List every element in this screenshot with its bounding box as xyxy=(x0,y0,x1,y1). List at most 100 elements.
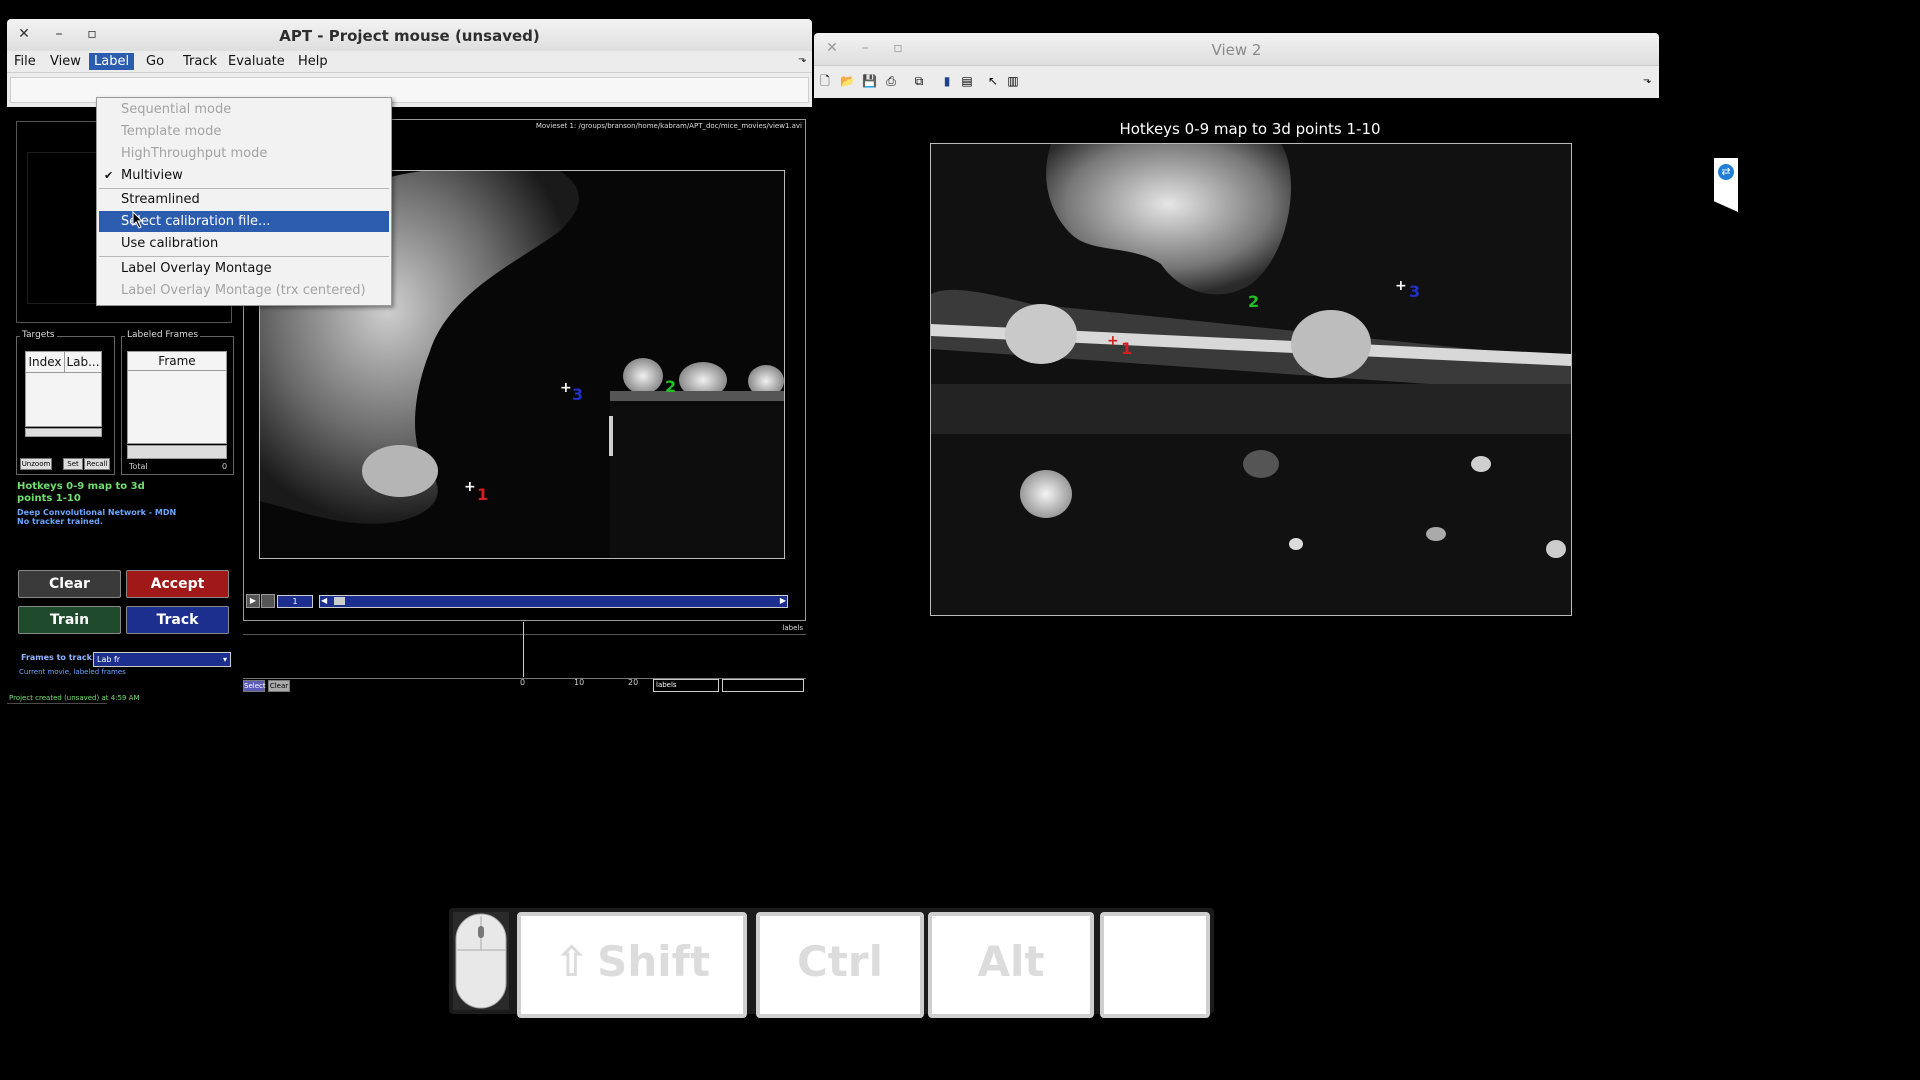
timeline-value-field[interactable] xyxy=(722,679,804,692)
menu-item-multiview-label: Multiview xyxy=(121,168,183,183)
frames-to-track-value: Lab fr xyxy=(97,655,121,664)
status-bar: Project created (unsaved) at 4:59 AM xyxy=(9,694,140,702)
view2-image-axes[interactable]: + 1 2 + 3 xyxy=(930,143,1572,616)
menu-go[interactable]: Go xyxy=(141,53,169,70)
targets-label: Targets xyxy=(20,330,57,340)
track-button[interactable]: Track xyxy=(126,606,229,634)
stop-icon[interactable] xyxy=(261,594,275,608)
accept-button[interactable]: Accept xyxy=(126,570,229,598)
set-button[interactable]: Set xyxy=(63,458,83,470)
menu-label[interactable]: Label xyxy=(89,53,135,70)
menu-separator xyxy=(99,256,389,257)
label-menu-dropdown: Sequential mode Template mode HighThroug… xyxy=(96,97,392,306)
remote-control-icon: ⇄ xyxy=(1718,164,1734,180)
v2-landmark-1-label: 1 xyxy=(1121,339,1133,358)
timeline-cursor xyxy=(523,622,524,677)
slider-left-arrow-icon[interactable]: ◀ xyxy=(321,596,327,605)
play-icon[interactable]: ▶ xyxy=(246,594,260,608)
frame-number-field[interactable]: 1 xyxy=(277,595,313,608)
movie-path: Movieset 1: /groups/branson/home/kabram/… xyxy=(535,122,802,130)
view2-toolbar: 🗋 📂 💾 ⎙ ⧉ ▮ ▤ ↖ ▥ ⬎ xyxy=(814,66,1659,98)
pointer-icon[interactable]: ↖ xyxy=(986,74,1000,88)
save-icon[interactable]: 💾 xyxy=(862,74,877,88)
labeled-frames-panel: Labeled Frames Frame Total 0 xyxy=(121,330,234,475)
mouse-cursor-icon xyxy=(132,211,144,229)
menu-item-template-mode[interactable]: Template mode xyxy=(99,121,389,142)
landmark-1-label: 1 xyxy=(477,485,489,504)
timeline-property-dropdown[interactable]: labels xyxy=(653,679,719,692)
timeline-tick-10: 10 xyxy=(574,678,585,687)
hotkeys-line1: Hotkeys 0-9 map to 3d xyxy=(17,481,145,492)
menu-item-multiview[interactable]: ✔ Multiview xyxy=(99,165,389,186)
side-panel-tab[interactable]: ⇄ xyxy=(1714,158,1738,212)
menu-item-highthroughput-mode[interactable]: HighThroughput mode xyxy=(99,143,389,164)
labeled-frames-list[interactable] xyxy=(127,370,227,444)
view2-axes-title: Hotkeys 0-9 map to 3d points 1-10 xyxy=(1119,120,1381,138)
property-inspector-icon[interactable]: ▥ xyxy=(1006,74,1020,88)
slider-thumb[interactable] xyxy=(334,597,345,605)
total-label: Total xyxy=(129,462,148,471)
total-value: 0 xyxy=(222,462,228,471)
title-bar: ✕ – ▫ APT - Project mouse (unsaved) xyxy=(7,19,812,52)
hotkeys-line2: points 1-10 xyxy=(17,493,81,504)
apt-main-window: ✕ – ▫ APT - Project mouse (unsaved) File… xyxy=(7,19,812,719)
view2-window: ✕ – ▫ View 2 🗋 📂 💾 ⎙ ⧉ ▮ ▤ ↖ ▥ ⬎ xyxy=(814,33,1659,99)
v2-landmark-3-marker[interactable]: + xyxy=(1395,279,1407,293)
menu-item-use-calibration[interactable]: Use calibration xyxy=(99,233,389,254)
tracker-status: No tracker trained. xyxy=(17,517,103,526)
landmark-1-marker[interactable]: + xyxy=(464,480,476,494)
expand-icon[interactable]: ⬎ xyxy=(1640,74,1654,88)
expand-icon[interactable]: ⬎ xyxy=(793,53,811,66)
window-title: APT - Project mouse (unsaved) xyxy=(279,27,540,45)
timeline-panel: labels xyxy=(243,622,806,682)
unzoom-button[interactable]: Unzoom xyxy=(20,458,52,470)
link-plot-icon[interactable]: ⧉ xyxy=(912,74,926,88)
shift-key: ⇧ Shift xyxy=(517,912,747,1018)
mouse-icon xyxy=(455,913,507,1009)
labeled-frames-scrollbar[interactable] xyxy=(127,445,227,459)
frame-slider[interactable]: ◀ ▶ xyxy=(319,595,788,608)
targets-col-index[interactable]: Index xyxy=(25,351,65,373)
legend-icon[interactable]: ▤ xyxy=(960,74,974,88)
view2-title-bar: ✕ – ▫ View 2 xyxy=(814,33,1659,66)
clear-button[interactable]: Clear xyxy=(18,570,121,598)
targets-scrollbar[interactable] xyxy=(25,428,102,437)
frames-to-track-label: Frames to track: xyxy=(21,653,96,662)
colorbar-icon[interactable]: ▮ xyxy=(940,74,954,88)
timeline-select-button[interactable]: Select xyxy=(243,680,266,692)
v2-landmark-2-label: 2 xyxy=(1248,292,1260,311)
frames-to-track-desc: Current movie, labeled frames xyxy=(19,668,126,676)
v2-landmark-1-marker[interactable]: + xyxy=(1107,334,1119,348)
recall-button[interactable]: Recall xyxy=(84,458,110,470)
frame-column-header[interactable]: Frame xyxy=(127,351,227,371)
targets-list[interactable] xyxy=(25,372,102,427)
landmark-3-marker[interactable]: + xyxy=(560,381,572,395)
menu-file[interactable]: File xyxy=(9,53,41,70)
targets-col-lab[interactable]: Lab... xyxy=(64,351,102,373)
menu-item-sequential-mode[interactable]: Sequential mode xyxy=(99,99,389,120)
new-file-icon[interactable]: 🗋 xyxy=(818,74,832,88)
menu-help[interactable]: Help xyxy=(293,53,333,70)
menu-evaluate[interactable]: Evaluate xyxy=(223,53,290,70)
menu-item-streamlined[interactable]: Streamlined xyxy=(99,189,389,210)
timeline-clear-button[interactable]: Clear xyxy=(268,680,290,692)
landmark-2-label: 2 xyxy=(665,377,677,396)
landmark-3-label: 3 xyxy=(572,385,584,404)
menu-item-label-overlay-montage-trx[interactable]: Label Overlay Montage (trx centered) xyxy=(99,280,389,301)
slider-right-arrow-icon[interactable]: ▶ xyxy=(780,596,786,605)
print-icon[interactable]: ⎙ xyxy=(884,74,898,88)
timeline-label: labels xyxy=(782,624,803,632)
shift-arrow-icon: ⇧ xyxy=(553,937,590,986)
menu-view[interactable]: View xyxy=(45,53,86,70)
menu-item-label-overlay-montage[interactable]: Label Overlay Montage xyxy=(99,258,389,279)
train-button[interactable]: Train xyxy=(18,606,121,634)
open-folder-icon[interactable]: 📂 xyxy=(840,74,855,88)
menu-track[interactable]: Track xyxy=(178,53,222,70)
menu-bar: File View Label Go Track Evaluate Help ⬎ xyxy=(7,51,812,72)
blank-key xyxy=(1100,912,1210,1018)
frames-to-track-dropdown[interactable]: Lab fr ▾ xyxy=(93,652,231,667)
chevron-down-icon: ▾ xyxy=(222,655,227,664)
shift-key-label: Shift xyxy=(597,937,711,986)
alt-key: Alt xyxy=(928,912,1094,1018)
ctrl-key: Ctrl xyxy=(756,912,924,1018)
